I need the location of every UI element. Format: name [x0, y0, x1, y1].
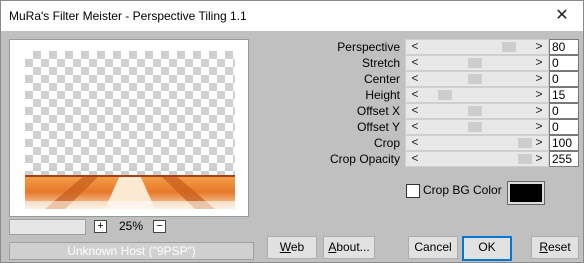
param-label-height: Height [365, 88, 400, 102]
param-label-center: Center [363, 72, 400, 86]
chevron-right-icon[interactable]: > [532, 88, 546, 102]
param-label-perspective: Perspective [337, 40, 400, 54]
slider-thumb[interactable] [468, 74, 482, 84]
chevron-left-icon[interactable]: < [408, 88, 422, 102]
slider-perspective[interactable]: < > [405, 39, 549, 55]
param-label-offset-y: Offset Y [357, 120, 400, 134]
slider-crop-opacity[interactable]: < > [405, 151, 549, 167]
chevron-right-icon[interactable]: > [532, 104, 546, 118]
slider-thumb[interactable] [468, 58, 482, 68]
dialog-body: + 25% − Unknown Host ("9PSP") Perspectiv… [1, 31, 583, 262]
slider-thumb[interactable] [468, 122, 482, 132]
host-status: Unknown Host ("9PSP") [9, 242, 254, 260]
value-field-height[interactable]: 15 [549, 87, 579, 103]
value-field-offset-x[interactable]: 0 [549, 103, 579, 119]
slider-thumb[interactable] [468, 106, 482, 116]
chevron-right-icon[interactable]: > [532, 120, 546, 134]
param-label-offset-x: Offset X [356, 104, 400, 118]
value-field-stretch[interactable]: 0 [549, 55, 579, 71]
close-icon[interactable]: ✕ [547, 3, 577, 29]
crop-bg-color-swatch[interactable] [507, 181, 545, 205]
preview-floor-render [25, 175, 235, 209]
chevron-right-icon[interactable]: > [532, 136, 546, 150]
slider-thumb[interactable] [518, 138, 532, 148]
value-field-crop[interactable]: 100 [549, 135, 579, 151]
chevron-right-icon[interactable]: > [532, 40, 546, 54]
preview-frame [9, 39, 249, 217]
chevron-left-icon[interactable]: < [408, 72, 422, 86]
reset-button[interactable]: Reset [531, 236, 579, 259]
param-label-crop: Crop [373, 136, 400, 150]
slider-thumb[interactable] [518, 154, 532, 164]
value-field-perspective[interactable]: 80 [549, 39, 579, 55]
slider-height[interactable]: < > [405, 87, 549, 103]
slider-offset-y[interactable]: < > [405, 119, 549, 135]
preview-image[interactable] [25, 51, 235, 209]
chevron-left-icon[interactable]: < [408, 152, 422, 166]
value-field-offset-y[interactable]: 0 [549, 119, 579, 135]
about-button[interactable]: About... [323, 236, 375, 259]
slider-offset-x[interactable]: < > [405, 103, 549, 119]
zoom-level: 25% [118, 219, 144, 233]
slider-crop[interactable]: < > [405, 135, 549, 151]
chevron-left-icon[interactable]: < [408, 120, 422, 134]
chevron-left-icon[interactable]: < [408, 40, 422, 54]
chevron-left-icon[interactable]: < [408, 104, 422, 118]
param-label-stretch: Stretch [361, 56, 400, 70]
chevron-right-icon[interactable]: > [532, 72, 546, 86]
window-title: MuRa's Filter Meister - Perspective Tili… [9, 9, 247, 23]
reset-mnemonic: R [539, 240, 548, 254]
cancel-button[interactable]: Cancel [408, 236, 458, 259]
progress-bar [9, 219, 86, 235]
crop-bg-checkbox[interactable] [406, 184, 420, 198]
slider-center[interactable]: < > [405, 71, 549, 87]
value-field-crop-opacity[interactable]: 255 [549, 151, 579, 167]
reset-label: eset [547, 240, 571, 254]
chevron-left-icon[interactable]: < [408, 56, 422, 70]
chevron-left-icon[interactable]: < [408, 136, 422, 150]
about-label: bout... [336, 240, 370, 254]
plugin-window: MuRa's Filter Meister - Perspective Tili… [0, 0, 584, 263]
zoom-in-button[interactable]: + [94, 220, 107, 233]
chevron-right-icon[interactable]: > [532, 152, 546, 166]
value-field-center[interactable]: 0 [549, 71, 579, 87]
zoom-out-button[interactable]: − [153, 220, 166, 233]
param-label-crop-opacity: Crop Opacity [329, 152, 400, 166]
web-button[interactable]: Web [267, 236, 317, 259]
title-bar: MuRa's Filter Meister - Perspective Tili… [1, 1, 583, 31]
ok-button[interactable]: OK [462, 236, 512, 261]
slider-thumb[interactable] [438, 90, 452, 100]
crop-bg-label: Crop BG Color [423, 183, 502, 197]
chevron-right-icon[interactable]: > [532, 56, 546, 70]
web-label: eb [290, 240, 305, 254]
slider-thumb[interactable] [502, 42, 516, 52]
slider-stretch[interactable]: < > [405, 55, 549, 71]
web-mnemonic: W [279, 240, 291, 254]
